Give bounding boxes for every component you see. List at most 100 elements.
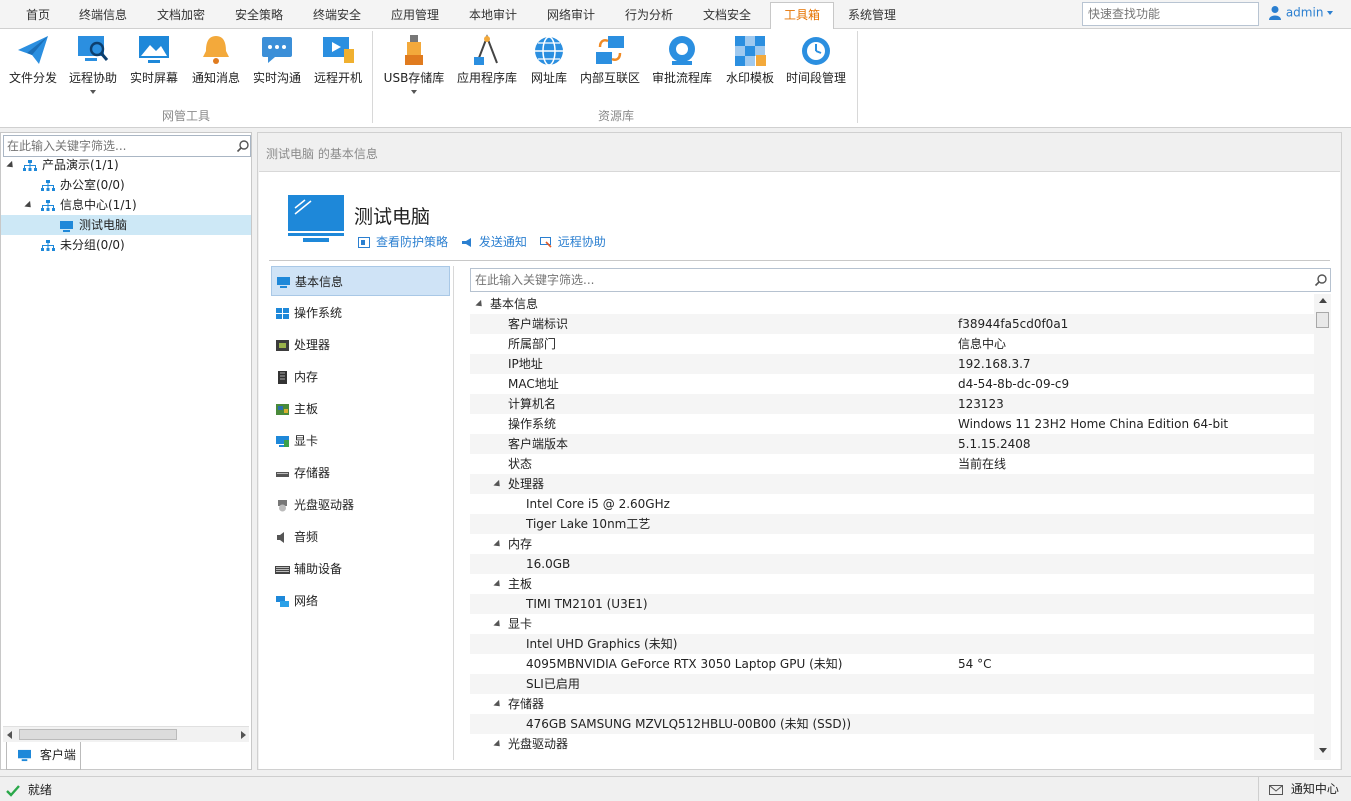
category-item[interactable]: 音频 [271,522,450,552]
status-text: 就绪 [27,783,52,797]
property-row: SLI已启用 [470,674,1320,694]
category-item[interactable]: 网络 [271,586,450,616]
menu-tab[interactable]: 工具箱 [770,2,835,30]
menu-tab[interactable]: 系统管理 [835,4,909,28]
ribbon-button[interactable]: 内部互联区 [579,33,641,86]
view-policy-label: 查看防护策略 [376,235,449,249]
quick-search-input[interactable] [1082,2,1259,26]
user-menu[interactable]: admin [1268,5,1334,25]
ribbon-button[interactable]: 远程开机 [312,33,364,86]
grid-vertical-scrollbar[interactable] [1314,294,1331,760]
ribbon-button[interactable]: 通知消息 [190,33,242,86]
expand-toggle-icon[interactable] [493,699,503,710]
category-label: 显卡 [294,434,319,448]
tree-horizontal-scrollbar[interactable] [3,726,249,742]
tree-node[interactable]: 办公室(0/0) [25,175,251,195]
tree-search-input[interactable] [4,136,230,156]
chevron-down-icon[interactable] [90,90,96,94]
remote-power-icon [323,37,354,63]
ribbon-button[interactable]: 审批流程库 [651,33,713,86]
disk-icon [276,472,289,477]
remote-assist-link[interactable]: 远程协助 [539,233,606,250]
expand-toggle-icon[interactable] [493,739,503,750]
expand-toggle-icon[interactable] [493,579,503,590]
ribbon-button[interactable]: 网址库 [529,33,569,86]
speaker-icon [277,532,284,543]
menu-tab[interactable]: 终端安全 [300,4,374,28]
expand-toggle-icon[interactable] [6,160,16,171]
tree-node[interactable]: 产品演示(1/1) [6,155,251,175]
menu-tab[interactable]: 网络审计 [534,4,608,28]
ribbon-button[interactable]: 时间段管理 [785,33,847,86]
search-icon[interactable] [1314,273,1328,287]
property-name: 所属部门 [508,337,557,351]
ribbon-button[interactable]: 水印模板 [724,33,776,86]
menu-tab[interactable]: 首页 [13,4,63,28]
ribbon-button-label: 内部互联区 [579,71,640,85]
ribbon-button-label: 水印模板 [725,71,774,85]
property-row: 基本信息 [470,294,1320,314]
category-item[interactable]: 辅助设备 [271,554,450,584]
tree-node[interactable]: 信息中心(1/1) [24,195,251,215]
property-name: SLI已启用 [526,677,580,691]
category-item[interactable]: 操作系统 [271,298,450,328]
ribbon-button[interactable]: 文件分发 [8,33,58,86]
expand-toggle-icon[interactable] [493,539,503,550]
tree-node-label: 测试电脑 [79,218,128,232]
property-name: 476GB SAMSUNG MZVLQ512HBLU-00B00 (未知 (SS… [526,717,852,731]
tree-node[interactable]: 未分组(0/0) [25,235,251,255]
policy-icon [358,237,370,248]
monitor-icon [60,220,73,232]
ribbon-button[interactable]: 应用程序库 [456,33,518,86]
menu-tab[interactable]: 本地审计 [456,4,530,28]
category-item[interactable]: 显卡 [271,426,450,456]
menu-tab[interactable]: 应用管理 [378,4,452,28]
org-chart-icon [41,239,55,251]
ribbon-button[interactable]: 远程协助 [67,33,119,94]
send-notice-link[interactable]: 发送通知 [461,233,527,250]
scroll-right-icon[interactable] [241,731,246,739]
megaphone-icon [461,238,471,247]
menu-tab[interactable]: 行为分析 [612,4,686,28]
status-ready: 就绪 [6,781,52,798]
tab-client[interactable]: 客户端 [6,742,81,770]
property-row: MAC地址 d4-54-8b-dc-09-c9 [470,374,1320,394]
category-item[interactable]: 内存 [271,362,450,392]
scrollbar-thumb[interactable] [1316,312,1329,328]
notification-center-button[interactable]: 通知中心 [1258,777,1351,801]
search-icon[interactable] [236,139,250,153]
grid-search-input[interactable] [471,269,1306,291]
property-name: 计算机名 [508,397,557,411]
menu-tab[interactable]: 文档安全 [690,4,764,28]
expand-toggle-icon[interactable] [24,200,34,211]
remote-assist-icon [78,36,109,61]
expand-toggle-icon[interactable] [475,299,485,310]
tree-node[interactable]: 测试电脑 [1,215,251,235]
ribbon-button[interactable]: 实时屏幕 [128,33,180,86]
category-item[interactable]: 存储器 [271,458,450,488]
property-row: 内存 [470,534,1320,554]
expand-toggle-icon[interactable] [493,619,503,630]
scroll-up-icon[interactable] [1319,298,1327,303]
menu-tab[interactable]: 终端信息 [66,4,140,28]
scrollbar-thumb[interactable] [19,729,177,740]
chevron-down-icon[interactable] [411,90,417,94]
category-label: 辅助设备 [294,562,343,576]
view-policy-link[interactable]: 查看防护策略 [358,233,448,250]
ribbon-button[interactable]: USB存储库 [383,33,445,94]
category-item[interactable]: 主板 [271,394,450,424]
category-label: 光盘驱动器 [294,498,355,512]
menu-tab[interactable]: 安全策略 [222,4,296,28]
category-item[interactable]: 处理器 [271,330,450,360]
category-item[interactable]: 基本信息 [271,266,450,296]
ribbon-button[interactable]: 实时沟通 [251,33,303,86]
menu-tab[interactable]: 文档加密 [144,4,218,28]
client-tree-panel: 产品演示(1/1) 办公室(0/0) 信息中心(1/1) 测试电脑未分组(0/0) 客… [0,132,252,770]
scroll-down-icon[interactable] [1319,748,1327,753]
scroll-left-icon[interactable] [7,731,12,739]
property-name: 操作系统 [508,417,557,431]
category-item[interactable]: 光盘驱动器 [271,490,450,520]
property-name: TIMI TM2101 (U3E1) [526,597,648,611]
usb-icon [405,35,423,65]
expand-toggle-icon[interactable] [493,479,503,490]
